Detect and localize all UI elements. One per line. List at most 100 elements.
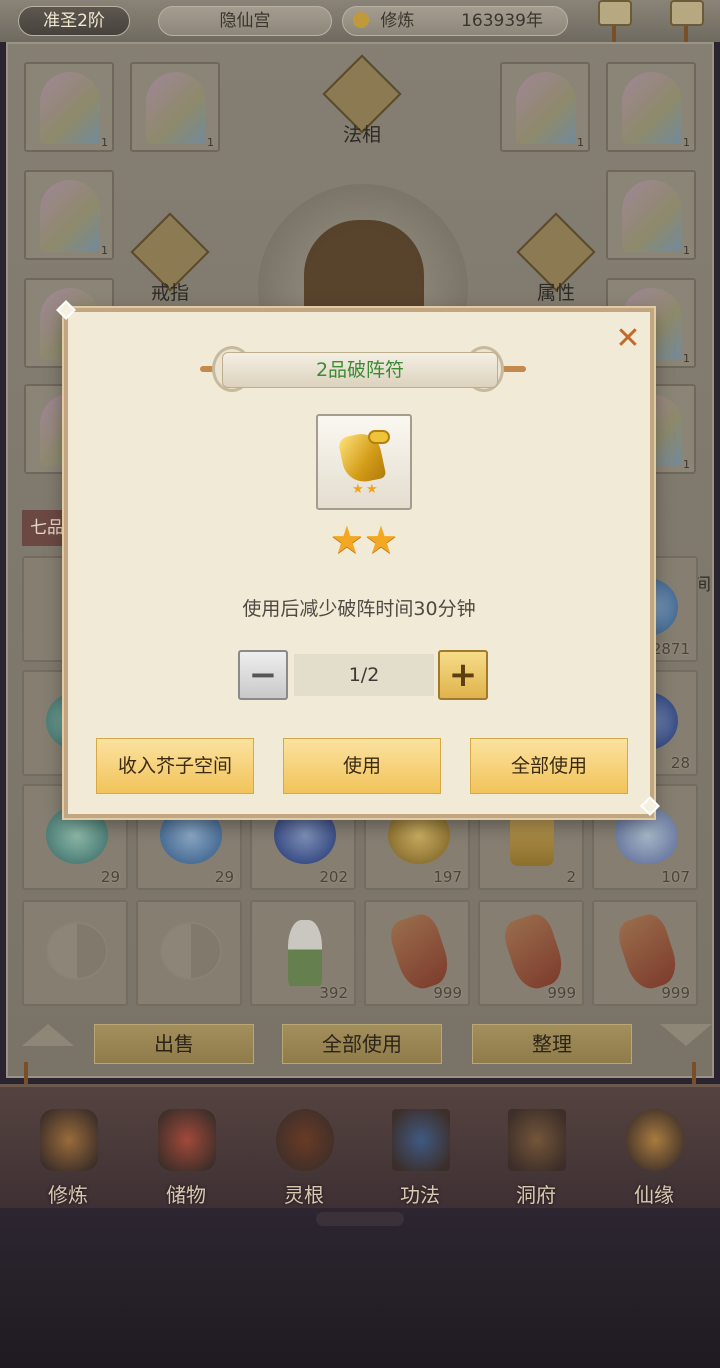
attribute-slot-label: 属性: [536, 282, 575, 304]
sect-name: 隐仙宫: [158, 6, 332, 36]
decorative-ornament: [316, 1212, 404, 1226]
cultivation-years: 163939年: [461, 11, 543, 31]
sort-button[interactable]: 整理: [472, 1024, 632, 1064]
item-count: 999: [433, 984, 462, 1002]
item-count: 197: [433, 868, 462, 886]
item-description: 使用后减少破阵时间30分钟: [242, 598, 476, 620]
nav-label: 洞府: [516, 1183, 556, 1207]
equipment-slot[interactable]: 1: [24, 170, 114, 260]
cultivation-display: 修炼 163939年: [342, 6, 568, 36]
item-icon-frame: ★ ★: [316, 414, 412, 510]
ginseng-icon: [614, 910, 682, 994]
close-button[interactable]: ✕: [612, 324, 644, 356]
slot-count: 1: [683, 136, 690, 149]
equipment-slot[interactable]: 1: [500, 62, 590, 152]
item-count: 28: [670, 754, 690, 772]
item-count: 2871: [651, 640, 690, 658]
decrease-quantity-button[interactable]: −: [238, 650, 288, 700]
top-status-bar: 准圣2阶 隐仙宫 修炼 163939年: [0, 0, 720, 72]
nav-label: 储物: [166, 1183, 206, 1207]
item-count: 29: [214, 868, 234, 886]
scroll-roll: [368, 430, 390, 444]
increase-quantity-button[interactable]: +: [438, 650, 488, 700]
star-rating: ★★: [322, 520, 406, 560]
slot-count: 1: [683, 352, 690, 365]
fate-gourd-icon: [626, 1109, 684, 1171]
ring-slot-label: 戒指: [150, 282, 189, 304]
lily-icon: [288, 920, 322, 986]
item-detail-dialog: ✕ 2品破阵符 ★ ★ ★★ 使用后减少破阵时间30分钟 − 1/2 + 收入芥…: [56, 300, 660, 818]
store-to-space-button[interactable]: 收入芥子空间: [96, 738, 254, 794]
item-count: 999: [547, 984, 576, 1002]
item-count: 999: [661, 984, 690, 1002]
nav-cultivate[interactable]: 修炼: [18, 1099, 118, 1207]
slot-count: 1: [101, 136, 108, 149]
storage-bag-icon: [158, 1109, 216, 1171]
sell-button[interactable]: 出售: [94, 1024, 254, 1064]
robe-icon: [622, 72, 682, 144]
hanging-lantern-icon[interactable]: [598, 0, 632, 26]
nav-techniques[interactable]: 功法: [370, 1099, 470, 1207]
nav-storage[interactable]: 储物: [136, 1099, 236, 1207]
ginseng-icon: [500, 910, 568, 994]
spirit-root-icon: [276, 1109, 334, 1171]
robe-icon: [40, 72, 100, 144]
scroll-up-icon[interactable]: [22, 1024, 74, 1046]
game-screen: 准圣2阶 隐仙宫 修炼 163939年 1 1 1 1 1 1 1 1 法相 戒…: [0, 0, 720, 1368]
ribbon-knob: [502, 366, 526, 372]
inventory-cell[interactable]: 392: [250, 900, 356, 1006]
meditation-icon: [353, 12, 369, 28]
technique-book-icon: [392, 1109, 450, 1171]
nav-label: 灵根: [284, 1183, 324, 1207]
bottom-navigation: 修炼 储物 灵根 功法 洞府 仙缘: [0, 1084, 720, 1208]
star-icon: ★: [329, 518, 364, 562]
scroll-down-icon[interactable]: [660, 1024, 712, 1046]
inventory-cell[interactable]: 999: [592, 900, 698, 1006]
equipment-slot[interactable]: 1: [606, 170, 696, 260]
item-title: 2品破阵符: [315, 359, 405, 381]
nav-label: 修炼: [48, 1183, 88, 1207]
realm-badge[interactable]: 准圣2阶: [18, 6, 130, 36]
nav-label: 仙缘: [634, 1183, 674, 1207]
equipment-slot[interactable]: 1: [606, 62, 696, 152]
inventory-cell-empty[interactable]: [136, 900, 242, 1006]
slot-count: 1: [683, 458, 690, 471]
lower-backdrop: [0, 1208, 720, 1368]
robe-icon: [146, 72, 206, 144]
nav-fate[interactable]: 仙缘: [604, 1099, 704, 1207]
cultivation-label: 修炼: [380, 11, 415, 31]
item-count: 107: [661, 868, 690, 886]
equipment-slot[interactable]: 1: [130, 62, 220, 152]
inventory-cell[interactable]: 999: [478, 900, 584, 1006]
inventory-cell[interactable]: 999: [364, 900, 470, 1006]
robe-icon: [622, 180, 682, 252]
slot-count: 1: [101, 244, 108, 257]
slot-count: 1: [577, 136, 584, 149]
slot-count: 1: [683, 244, 690, 257]
mini-star-icon: ★: [366, 482, 378, 497]
cave-mansion-icon: [508, 1109, 566, 1171]
item-count: 2: [566, 868, 576, 886]
item-count: 202: [319, 868, 348, 886]
nav-label: 功法: [400, 1183, 440, 1207]
yinyang-icon: [160, 922, 222, 980]
use-all-inventory-button[interactable]: 全部使用: [282, 1024, 442, 1064]
cultivate-icon: [40, 1109, 98, 1171]
nav-spirit-root[interactable]: 灵根: [254, 1099, 354, 1207]
ginseng-icon: [386, 910, 454, 994]
yinyang-icon: [46, 922, 108, 980]
equipment-slot[interactable]: 1: [24, 62, 114, 152]
robe-icon: [516, 72, 576, 144]
star-icon: ★: [364, 518, 399, 562]
quantity-field[interactable]: 1/2: [294, 654, 434, 696]
dharma-slot-label: 法相: [342, 124, 381, 146]
item-count: 392: [319, 984, 348, 1002]
slot-count: 1: [207, 136, 214, 149]
use-button[interactable]: 使用: [283, 738, 441, 794]
inventory-cell-empty[interactable]: [22, 900, 128, 1006]
hanging-lantern-icon[interactable]: [670, 0, 704, 26]
use-all-button[interactable]: 全部使用: [470, 738, 628, 794]
robe-icon: [40, 180, 100, 252]
nav-cave[interactable]: 洞府: [486, 1099, 586, 1207]
mini-star-icon: ★: [352, 482, 364, 497]
